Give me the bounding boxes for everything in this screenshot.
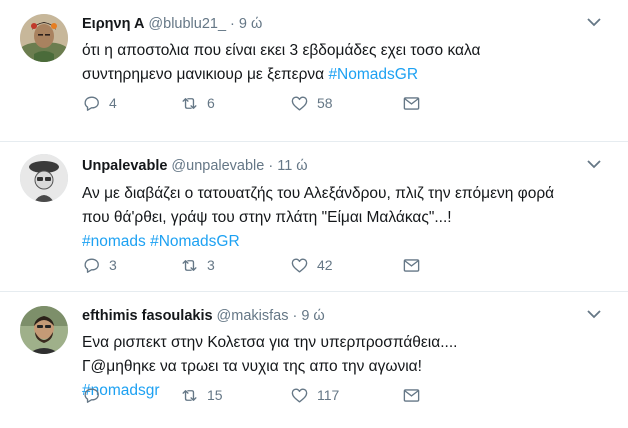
reply-icon: [84, 387, 99, 403]
like-button[interactable]: 58: [290, 92, 333, 114]
avatar[interactable]: [20, 154, 68, 202]
like-count: 58: [317, 95, 333, 111]
retweet-button[interactable]: 6: [180, 92, 215, 114]
heart-icon: [291, 95, 308, 111]
chevron-down-icon[interactable]: [586, 14, 602, 30]
tweet-header: Ειρηνη Α @blublu21_ · 9 ώ: [82, 14, 568, 34]
retweet-icon: [182, 389, 197, 401]
reply-button[interactable]: 4: [82, 92, 117, 114]
chevron-down-icon[interactable]: [586, 156, 602, 172]
author-name[interactable]: efthimis fasoulakis: [82, 308, 213, 324]
envelope-icon: [403, 258, 420, 272]
hashtag-link[interactable]: #NomadsGR: [328, 66, 418, 83]
timestamp[interactable]: 9 ώ: [301, 308, 324, 324]
separator: ·: [268, 158, 274, 174]
tweet[interactable]: efthimis fasoulakis @makisfas · 9 ώ Ενα ρισ…: [0, 292, 628, 428]
hashtag-link[interactable]: #nomads: [82, 233, 146, 250]
direct-message-button[interactable]: [402, 254, 421, 276]
author-handle[interactable]: @makisfas: [217, 308, 289, 324]
envelope-icon: [403, 96, 420, 110]
author-name[interactable]: Unpalevable: [82, 158, 167, 174]
tweet-text-line: #nomads #NomadsGR: [82, 230, 608, 254]
tweet-header: Unpalevable @unpalevable · 11 ώ: [82, 156, 568, 176]
tweet[interactable]: Unpalevable @unpalevable · 11 ώ Αν με διαβά…: [0, 142, 628, 292]
tweet-text-line: Αν με διαβάζει ο τατουατζής του Αλεξάνδρ…: [82, 185, 555, 202]
retweet-icon: [182, 259, 197, 271]
like-button[interactable]: 42: [290, 254, 333, 276]
author-handle[interactable]: @blublu21_: [148, 16, 226, 32]
retweet-button[interactable]: 15: [180, 384, 223, 406]
reply-icon: [84, 95, 99, 111]
separator: ·: [292, 308, 298, 324]
heart-icon: [291, 387, 308, 403]
tweet-text-segment: συντηρημενο μανικιουρ με ξεπερνα: [82, 66, 329, 83]
tweet-text-line: Ενα ρισπεκτ στην Κολετσα για την υπερπρο…: [82, 334, 458, 351]
retweet-icon: [182, 97, 197, 109]
like-count: 42: [317, 257, 333, 273]
tweet-text: ότι η αποστολια που είναι εκει 3 εβδομάδ…: [82, 39, 608, 87]
like-count: 117: [317, 387, 340, 403]
tweet-text: Αν με διαβάζει ο τατουατζής του Αλεξάνδρ…: [82, 182, 608, 254]
tweet-text-line: συντηρημενο μανικιουρ με ξεπερνα #Nomads…: [82, 63, 608, 87]
reply-button[interactable]: 3: [82, 254, 117, 276]
retweet-count: 6: [207, 95, 215, 111]
direct-message-button[interactable]: [402, 384, 421, 406]
tweet-text-line: που θά'ρθει, γράψ του στην πλάτη "Είμαι …: [82, 209, 452, 226]
retweet-count: 3: [207, 257, 215, 273]
tweet-actions: 4 6 58: [82, 92, 522, 114]
reply-button[interactable]: [82, 384, 109, 406]
tweet-header: efthimis fasoulakis @makisfas · 9 ώ: [82, 306, 568, 326]
chevron-down-icon[interactable]: [586, 306, 602, 322]
author-handle[interactable]: @unpalevable: [171, 158, 264, 174]
reply-icon: [84, 257, 99, 273]
tweet-text-line: Γ@μηθηκε να τρωει τα νυχια της απο την α…: [82, 358, 422, 375]
like-button[interactable]: 117: [290, 384, 339, 406]
heart-icon: [291, 257, 308, 273]
reply-count: 3: [109, 257, 117, 273]
timestamp[interactable]: 11 ώ: [277, 158, 307, 174]
hashtag-link[interactable]: #NomadsGR: [150, 233, 240, 250]
separator: ·: [230, 16, 235, 32]
tweet-actions: 15 117: [82, 384, 522, 406]
tweet-actions: 3 3 42: [82, 254, 522, 276]
envelope-icon: [403, 388, 420, 402]
direct-message-button[interactable]: [402, 92, 421, 114]
tweet-text-line: ότι η αποστολια που είναι εκει 3 εβδομάδ…: [82, 42, 481, 59]
reply-count: 4: [109, 95, 117, 111]
avatar[interactable]: [20, 306, 68, 354]
tweet[interactable]: Ειρηνη Α @blublu21_ · 9 ώ ότι η αποστολια π…: [0, 0, 628, 142]
retweet-button[interactable]: 3: [180, 254, 215, 276]
author-name[interactable]: Ειρηνη Α: [82, 16, 144, 32]
retweet-count: 15: [207, 387, 223, 403]
avatar[interactable]: [20, 14, 68, 62]
timestamp[interactable]: 9 ώ: [239, 16, 262, 32]
